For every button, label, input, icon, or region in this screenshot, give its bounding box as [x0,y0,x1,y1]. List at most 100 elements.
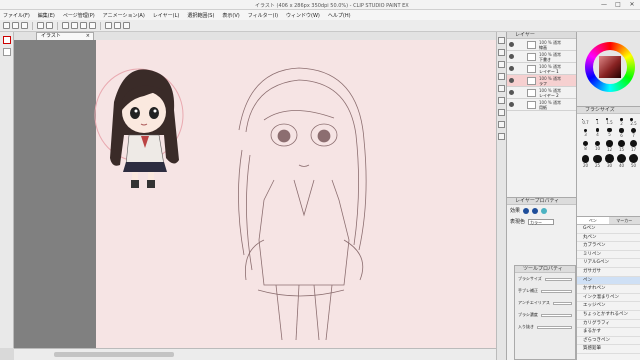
brush-size-option[interactable]: 12 [606,140,613,152]
close-button[interactable]: ✕ [626,1,638,8]
menu-view[interactable]: 表示(V) [222,12,239,19]
saturation-value-square[interactable] [599,56,621,78]
mask-icon[interactable] [498,121,505,128]
brush-size-option[interactable]: 6 [619,128,624,138]
brush-size-option[interactable]: 20 [581,154,590,168]
invert-selection-icon[interactable] [89,22,96,29]
brush-size-option[interactable]: 15 [618,140,625,152]
brush-size-option[interactable]: 5 [607,128,612,137]
sub-tool-item[interactable]: ペン [577,276,640,286]
prop-slider[interactable] [552,301,572,305]
menu-window[interactable]: ウィンドウ(W) [286,12,320,19]
brush-size-option[interactable]: 1 [596,118,599,125]
brush-size-option[interactable]: 2 [620,118,623,126]
close-tab-icon[interactable]: × [86,33,90,40]
new-layer-icon[interactable] [498,37,505,44]
clip-icon[interactable] [498,97,505,104]
brush-size-option[interactable]: 4 [595,128,600,137]
canvas-workspace[interactable] [14,40,496,348]
eye-icon[interactable] [509,54,514,59]
eye-icon[interactable] [509,42,514,47]
layer-row-active[interactable]: 100 % 通常 ラフ [507,75,576,87]
prop-density[interactable]: ブラシ濃度 [515,309,575,321]
effect-color-icon[interactable] [541,207,548,214]
menu-file[interactable]: ファイル(F) [3,12,30,19]
menu-edit[interactable]: 編集(E) [38,12,55,19]
brush-size-option[interactable]: 50 [629,154,638,168]
prop-slider[interactable] [544,277,572,281]
eye-icon[interactable] [509,66,514,71]
layer-row[interactable]: 100 % 通常 用紙 [507,99,576,111]
expression-color-select[interactable]: カラー [528,218,555,225]
brush-size-option[interactable]: 30 [605,154,614,168]
horizontal-scrollbar[interactable] [14,348,496,360]
prop-slider[interactable] [541,289,572,293]
brush-size-option[interactable]: 25 [593,154,602,168]
prop-antialias[interactable]: アンチエイリアス [515,297,575,309]
prop-brush-size[interactable]: ブラシサイズ [515,273,575,285]
layer-row[interactable]: 100 % 通常 下書き [507,51,576,63]
scroll-thumb[interactable] [54,352,174,357]
new-file-icon[interactable] [3,22,10,29]
brush-size-option[interactable]: 7 [630,127,637,138]
prop-stabilization[interactable]: 手ブレ補正 [515,285,575,297]
layer-row[interactable]: 100 % 通常 レイヤー 1 [507,63,576,75]
brush-size-option[interactable]: 17 [629,139,638,152]
pen-icon[interactable] [3,36,11,44]
effect-tone-icon[interactable] [532,207,539,214]
menu-help[interactable]: ヘルプ(H) [328,12,351,19]
copy-layer-icon[interactable] [498,61,505,68]
sub-tool-item[interactable]: かすれペン [577,285,640,294]
menu-animation[interactable]: アニメーション(A) [103,12,145,19]
snap-grid-icon[interactable] [114,22,121,29]
sub-tool-item[interactable]: ざらつきペン [577,337,640,346]
menu-page[interactable]: ページ管理(P) [63,12,95,19]
page-icon[interactable] [3,48,11,56]
tab-marker[interactable]: マーカー [609,217,640,224]
prop-taper[interactable]: 入り抜き [515,321,575,333]
sub-tool-item[interactable]: ガサガサ [577,268,640,277]
maximize-button[interactable]: □ [612,1,624,8]
clear-icon[interactable] [62,22,69,29]
menu-layer[interactable]: レイヤー(L) [153,12,180,19]
lock-icon[interactable] [498,85,505,92]
sub-tool-item[interactable]: ちょっとかすれるペン [577,311,640,320]
brush-size-option[interactable]: 1.5 [606,118,613,125]
brush-size-option[interactable]: 0.7 [582,118,589,125]
sub-tool-item[interactable]: インク溜まりペン [577,294,640,303]
minimize-button[interactable]: — [598,1,610,8]
color-wheel-icon[interactable] [585,42,635,92]
sub-tool-item[interactable]: Gペン [577,225,640,234]
eye-icon[interactable] [509,102,514,107]
brush-size-option[interactable]: 40 [617,154,626,168]
sub-tool-item[interactable]: まるかす [577,328,640,337]
layer-row[interactable]: 100 % 通常 レイヤー 2 [507,87,576,99]
sub-tool-item[interactable]: カブラペン [577,242,640,251]
merge-down-icon[interactable] [498,73,505,80]
save-icon[interactable] [21,22,28,29]
sub-tool-item[interactable]: ミリペン [577,251,640,260]
brush-size-option[interactable]: 2.5 [630,118,637,126]
brush-size-option[interactable]: 3 [583,128,588,137]
open-file-icon[interactable] [12,22,19,29]
transform-icon[interactable] [71,22,78,29]
menu-filter[interactable]: フィルター(I) [248,12,278,19]
sub-tool-item[interactable]: カリグラフィ [577,320,640,329]
sub-tool-item[interactable]: エッジペン [577,302,640,311]
delete-layer-icon[interactable] [498,133,505,140]
canvas-tab[interactable]: イラスト × [36,32,94,40]
sub-tool-item[interactable]: 丸ペン [577,234,640,243]
prop-slider[interactable] [540,313,572,317]
reference-icon[interactable] [498,109,505,116]
redo-icon[interactable] [46,22,53,29]
prop-slider[interactable] [537,325,572,329]
eye-icon[interactable] [509,78,514,83]
deselect-icon[interactable] [80,22,87,29]
snap-special-icon[interactable] [123,22,130,29]
snap-ruler-icon[interactable] [105,22,112,29]
menu-selection[interactable]: 選択範囲(S) [187,12,214,19]
eye-icon[interactable] [509,90,514,95]
brush-size-option[interactable]: 8 [582,140,589,151]
sub-tool-item[interactable]: 質感鉛筆 [577,345,640,354]
layer-row[interactable]: 100 % 通常 線画 [507,39,576,51]
